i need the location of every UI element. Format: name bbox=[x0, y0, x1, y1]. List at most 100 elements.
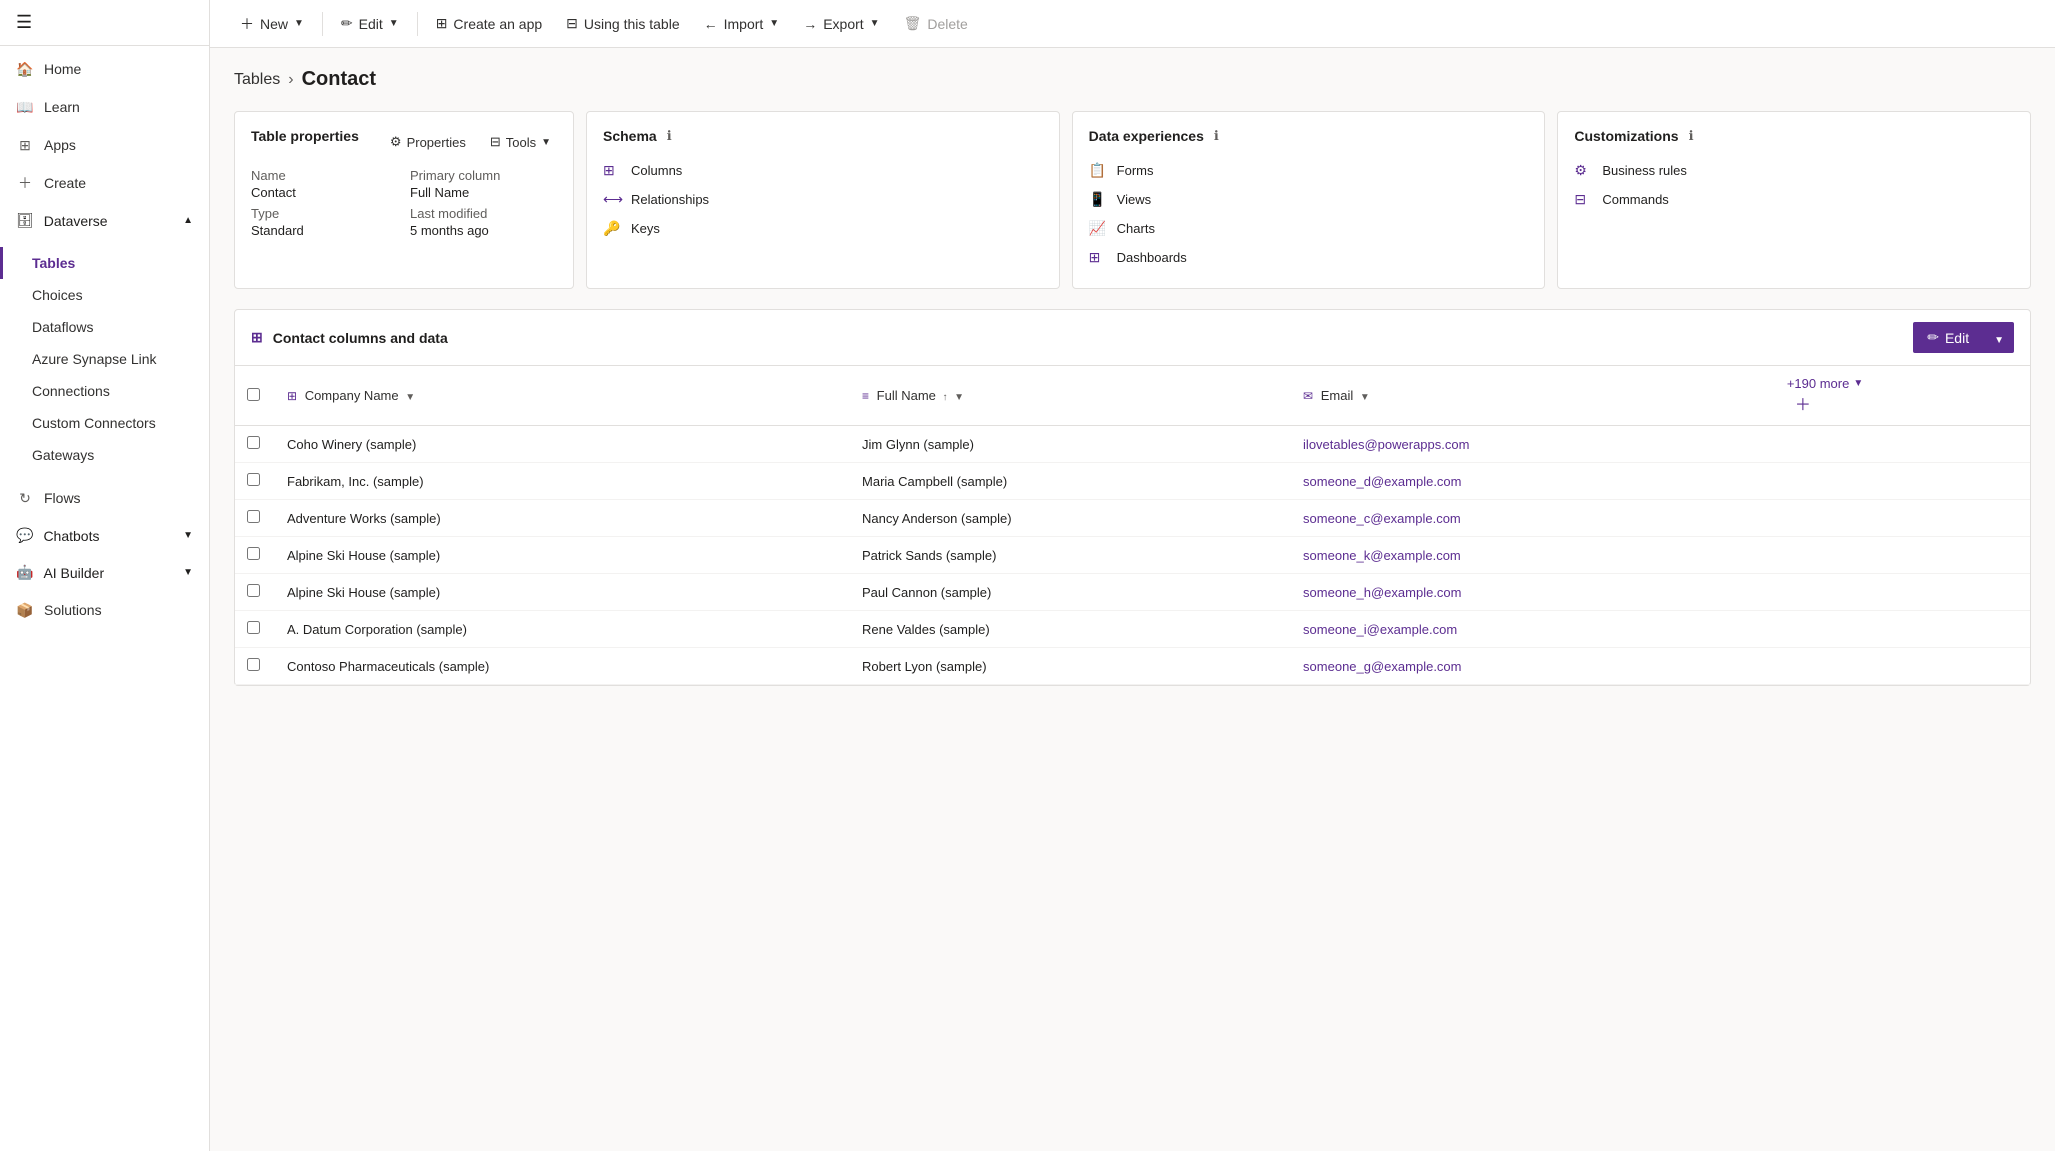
data-experiences-items: 📋 Forms 📱 Views 📈 Charts ⊞ Dashboards bbox=[1089, 156, 1529, 272]
forms-link[interactable]: 📋 Forms bbox=[1089, 156, 1529, 185]
row-checkbox[interactable] bbox=[247, 473, 260, 486]
toolbar-divider-1 bbox=[322, 12, 323, 36]
using-table-button[interactable]: ⊟ Using this table bbox=[556, 9, 689, 38]
dataverse-expand-icon: ▲ bbox=[183, 215, 193, 226]
columns-icon: ⊞ bbox=[603, 162, 623, 179]
customizations-title: Customizations bbox=[1574, 128, 1678, 144]
edit-pencil-icon: ✏ bbox=[341, 15, 353, 32]
checkbox-header[interactable] bbox=[235, 366, 275, 426]
sidebar-item-apps-label: Apps bbox=[44, 137, 76, 153]
row-checkbox[interactable] bbox=[247, 510, 260, 523]
table-row: Alpine Ski House (sample) Paul Cannon (s… bbox=[235, 574, 2030, 611]
sidebar-item-ai-builder[interactable]: 🤖 AI Builder ▼ bbox=[0, 554, 209, 591]
commands-link[interactable]: ⊟ Commands bbox=[1574, 185, 2014, 214]
business-rules-link[interactable]: ⚙ Business rules bbox=[1574, 156, 2014, 185]
sidebar-item-tables[interactable]: Tables bbox=[0, 247, 209, 279]
row-checkbox[interactable] bbox=[247, 621, 260, 634]
schema-relationships-link[interactable]: ⟷ Relationships bbox=[603, 185, 1043, 214]
sidebar-item-apps[interactable]: ⊞ Apps bbox=[0, 126, 209, 164]
dashboards-link[interactable]: ⊞ Dashboards bbox=[1089, 243, 1529, 272]
sidebar-item-custom-connectors[interactable]: Custom Connectors bbox=[0, 407, 209, 439]
sidebar-item-home[interactable]: 🏠 Home bbox=[0, 50, 209, 88]
sidebar-item-learn[interactable]: 📖 Learn bbox=[0, 88, 209, 126]
table-row: Fabrikam, Inc. (sample) Maria Campbell (… bbox=[235, 463, 2030, 500]
table-row: Alpine Ski House (sample) Patrick Sands … bbox=[235, 537, 2030, 574]
new-button[interactable]: ＋ New ▼ bbox=[230, 8, 314, 40]
charts-link[interactable]: 📈 Charts bbox=[1089, 214, 1529, 243]
sidebar-item-azure-synapse[interactable]: Azure Synapse Link bbox=[0, 343, 209, 375]
properties-button[interactable]: ⚙ Properties bbox=[384, 130, 472, 154]
sidebar-item-chatbots-label: Chatbots bbox=[43, 528, 99, 544]
views-link[interactable]: 📱 Views bbox=[1089, 185, 1529, 214]
tools-button[interactable]: ⊟ Tools ▼ bbox=[484, 130, 557, 154]
forms-icon: 📋 bbox=[1089, 162, 1109, 179]
keys-icon: 🔑 bbox=[603, 220, 623, 237]
table-edit-main[interactable]: ✏ Edit bbox=[1913, 322, 1983, 353]
import-button[interactable]: ← Import ▼ bbox=[694, 10, 790, 38]
row-company-cell: Alpine Ski House (sample) bbox=[275, 574, 850, 611]
schema-keys-link[interactable]: 🔑 Keys bbox=[603, 214, 1043, 243]
sidebar-item-dataverse[interactable]: 🗄 Dataverse ▲ bbox=[0, 202, 209, 239]
breadcrumb-tables-link[interactable]: Tables bbox=[234, 71, 280, 89]
create-app-label: Create an app bbox=[453, 16, 542, 32]
data-experiences-title: Data experiences bbox=[1089, 128, 1204, 144]
sidebar-item-solutions-label: Solutions bbox=[44, 602, 102, 618]
sidebar-item-create[interactable]: ＋ Create bbox=[0, 164, 209, 202]
table-edit-chevron[interactable]: ▼ bbox=[1984, 323, 2014, 353]
using-table-label: Using this table bbox=[584, 16, 680, 32]
chatbots-icon: 💬 bbox=[16, 527, 33, 544]
email-header[interactable]: ✉ Email ▼ bbox=[1291, 366, 1775, 426]
business-rules-label: Business rules bbox=[1602, 163, 1687, 178]
sidebar-item-solutions[interactable]: 📦 Solutions bbox=[0, 591, 209, 629]
row-checkbox-cell[interactable] bbox=[235, 611, 275, 648]
primary-column-field: Primary column Full Name bbox=[410, 168, 557, 200]
add-column-button[interactable]: ＋ bbox=[1787, 397, 1819, 414]
more-columns-text: +190 more bbox=[1787, 376, 1850, 391]
company-name-header[interactable]: ⊞ Company Name ▼ bbox=[275, 366, 850, 426]
sidebar-item-create-label: Create bbox=[44, 175, 86, 191]
delete-icon: 🗑 bbox=[904, 15, 922, 32]
row-checkbox[interactable] bbox=[247, 658, 260, 671]
row-extra-cell bbox=[1775, 463, 2030, 500]
export-chevron-icon: ▼ bbox=[870, 18, 880, 29]
row-checkbox[interactable] bbox=[247, 584, 260, 597]
content-area: Tables › Contact Table properties ⚙ Prop… bbox=[210, 48, 2055, 1151]
row-fullname-cell: Jim Glynn (sample) bbox=[850, 426, 1291, 463]
more-columns-label[interactable]: +190 more ▼ bbox=[1787, 376, 2018, 391]
sidebar-item-chatbots[interactable]: 💬 Chatbots ▼ bbox=[0, 517, 209, 554]
breadcrumb: Tables › Contact bbox=[234, 68, 2031, 91]
row-checkbox-cell[interactable] bbox=[235, 500, 275, 537]
full-name-header[interactable]: ≡ Full Name ↑ ▼ bbox=[850, 366, 1291, 426]
create-app-button[interactable]: ⊞ Create an app bbox=[426, 9, 552, 38]
row-email-cell: someone_d@example.com bbox=[1291, 463, 1775, 500]
row-checkbox[interactable] bbox=[247, 436, 260, 449]
row-checkbox-cell[interactable] bbox=[235, 426, 275, 463]
select-all-checkbox[interactable] bbox=[247, 388, 260, 401]
sidebar-item-connections[interactable]: Connections bbox=[0, 375, 209, 407]
full-name-sort-dir-icon: ▼ bbox=[954, 392, 964, 403]
sidebar-item-choices[interactable]: Choices bbox=[0, 279, 209, 311]
row-extra-cell bbox=[1775, 574, 2030, 611]
row-checkbox-cell[interactable] bbox=[235, 463, 275, 500]
schema-columns-label: Columns bbox=[631, 163, 682, 178]
more-columns-header[interactable]: +190 more ▼ ＋ bbox=[1775, 366, 2030, 426]
flows-icon: ↻ bbox=[16, 489, 34, 507]
row-checkbox-cell[interactable] bbox=[235, 537, 275, 574]
sidebar-bottom-nav: ↻ Flows 💬 Chatbots ▼ 🤖 AI Builder ▼ 📦 So… bbox=[0, 475, 209, 633]
schema-columns-link[interactable]: ⊞ Columns bbox=[603, 156, 1043, 185]
tools-chevron-icon: ▼ bbox=[541, 137, 551, 148]
sidebar-item-gateways[interactable]: Gateways bbox=[0, 439, 209, 471]
delete-button[interactable]: 🗑 Delete bbox=[894, 9, 978, 38]
row-checkbox-cell[interactable] bbox=[235, 574, 275, 611]
row-checkbox-cell[interactable] bbox=[235, 648, 275, 685]
edit-button[interactable]: ✏ Edit ▼ bbox=[331, 9, 409, 38]
table-title-text: Contact columns and data bbox=[273, 330, 448, 346]
table-row: Adventure Works (sample) Nancy Anderson … bbox=[235, 500, 2030, 537]
edit-label: Edit bbox=[359, 16, 383, 32]
sidebar-item-flows[interactable]: ↻ Flows bbox=[0, 479, 209, 517]
export-button[interactable]: → Export ▼ bbox=[793, 10, 889, 38]
sidebar-item-dataflows[interactable]: Dataflows bbox=[0, 311, 209, 343]
hamburger-icon[interactable]: ☰ bbox=[16, 12, 32, 33]
schema-relationships-label: Relationships bbox=[631, 192, 709, 207]
row-checkbox[interactable] bbox=[247, 547, 260, 560]
